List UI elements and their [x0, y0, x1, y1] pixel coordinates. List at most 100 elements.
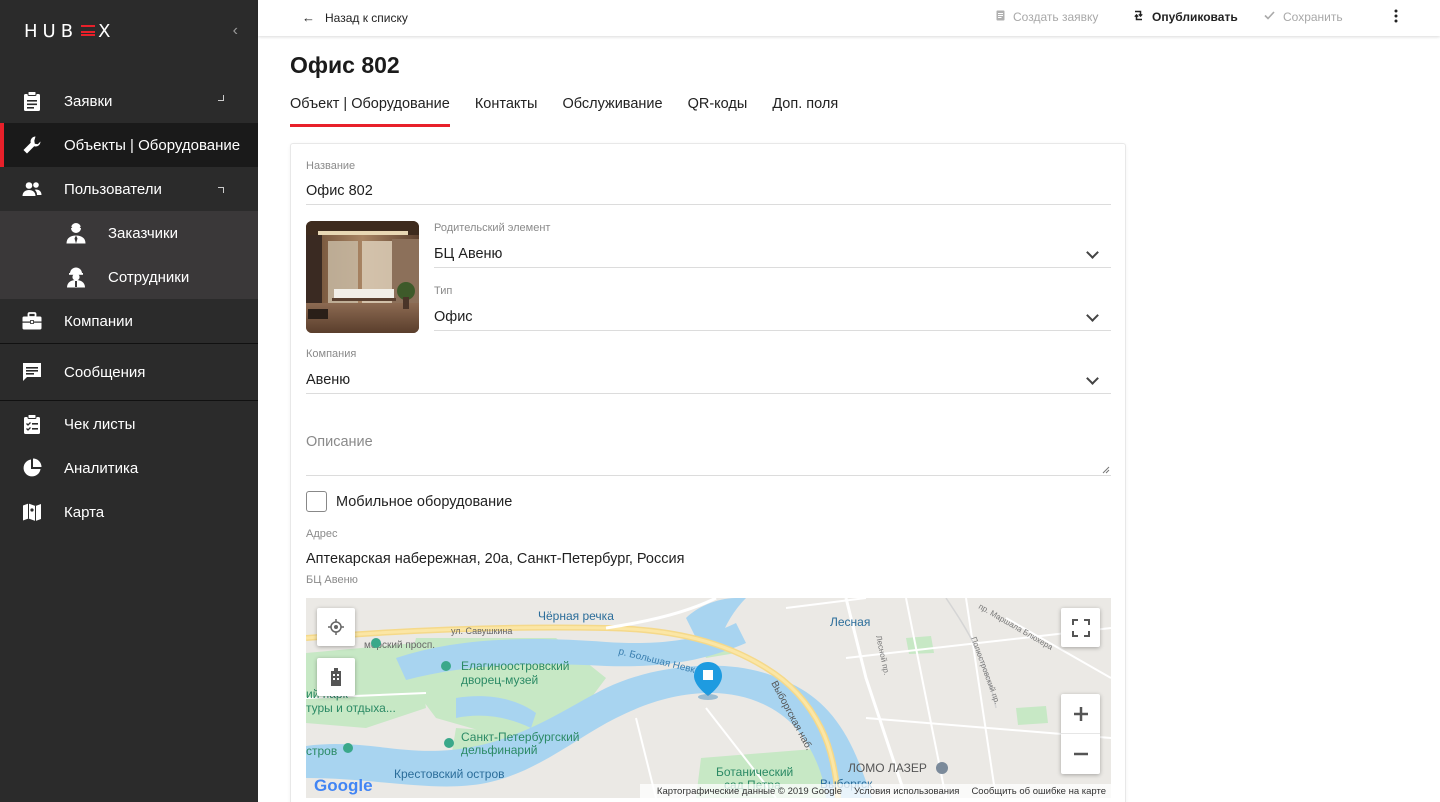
company-label: Компания: [306, 348, 357, 360]
publish-button[interactable]: Опубликовать: [1133, 10, 1238, 24]
back-label: Назад к списку: [325, 10, 408, 25]
check-icon: [1264, 11, 1275, 23]
fullscreen-icon: [1071, 618, 1090, 637]
pie-chart-icon: [22, 458, 42, 478]
sidebar-item-label: Чек листы: [64, 415, 136, 433]
address-label: Адрес: [306, 528, 338, 540]
mobile-equipment-label: Мобильное оборудование: [336, 494, 513, 510]
type-underline: [434, 330, 1111, 331]
chevron-down-icon[interactable]: [1086, 372, 1099, 385]
chevron-down-icon[interactable]: [1086, 309, 1099, 322]
users-submenu: Заказчики Сотрудники: [0, 211, 258, 299]
map-label-elagin-museum: дворец-музей: [461, 673, 538, 687]
resize-handle-icon[interactable]: [1102, 466, 1110, 474]
sidebar-item-employees[interactable]: Сотрудники: [0, 255, 258, 299]
sidebar-item-messages[interactable]: Сообщения: [0, 344, 258, 400]
zoom-in-button[interactable]: [1061, 694, 1100, 734]
document-icon: [996, 10, 1005, 24]
arrow-left-icon: ←: [302, 10, 315, 25]
sidebar-item-requests[interactable]: Заявки: [0, 79, 258, 123]
sidebar-item-checklists[interactable]: Чек листы: [0, 402, 258, 446]
create-request-button[interactable]: Создать заявку: [996, 10, 1098, 24]
map-canvas: Чёрная речка Лесная Елагиноостровский дв…: [306, 598, 1111, 798]
sidebar-item-label: Заявки: [64, 92, 113, 110]
parent-select[interactable]: БЦ Авеню: [434, 246, 502, 262]
tab-object-equipment[interactable]: Объект | Оборудование: [290, 96, 450, 127]
logo-row: HUB X ‹: [0, 0, 258, 62]
map-icon: [22, 502, 42, 522]
name-underline: [306, 204, 1111, 205]
save-label: Сохранить: [1283, 10, 1343, 24]
sidebar: HUB X ‹ Заявки Объекты | Оборудование Пол…: [0, 0, 258, 802]
map-data-credit: Картографические данные © 2019 Google: [656, 785, 842, 797]
fullscreen-button[interactable]: [1061, 608, 1100, 647]
type-select[interactable]: Офис: [434, 309, 473, 325]
create-request-label: Создать заявку: [1013, 10, 1099, 24]
checklist-icon: [22, 414, 42, 434]
map-report-link[interactable]: Сообщить об ошибке на карте: [971, 786, 1106, 797]
mobile-equipment-checkbox[interactable]: [306, 491, 327, 512]
object-photo[interactable]: [306, 221, 419, 333]
object-form-card: Название Офис 802 Родительский элемент Б…: [290, 143, 1126, 802]
description-textarea[interactable]: Описание: [306, 434, 373, 450]
logo[interactable]: HUB X: [24, 21, 115, 42]
map-attribution: Картографические данные © 2019 Google Ус…: [639, 784, 1111, 798]
company-underline: [306, 393, 1111, 394]
name-input[interactable]: Офис 802: [306, 183, 373, 199]
tab-contacts[interactable]: Контакты: [475, 96, 538, 127]
google-logo: Google: [314, 776, 373, 795]
address-input[interactable]: Аптекарская набережная, 20а, Санкт-Петер…: [306, 551, 684, 567]
tab-extra-fields[interactable]: Доп. поля: [772, 96, 838, 127]
map-view[interactable]: Чёрная речка Лесная Елагиноостровский дв…: [306, 598, 1111, 798]
building-layer-button[interactable]: [317, 658, 355, 696]
customer-icon: [66, 222, 86, 244]
sidebar-item-map[interactable]: Карта: [0, 490, 258, 534]
sidebar-item-label: Компании: [64, 312, 133, 330]
worker-icon: [66, 266, 86, 288]
crosshair-icon: [328, 619, 344, 635]
sidebar-subitem-label: Заказчики: [108, 224, 178, 242]
publish-label: Опубликовать: [1152, 10, 1238, 24]
sidebar-item-label: Объекты | Оборудование: [64, 136, 241, 154]
map-label-dolphinarium-2: дельфинарий: [461, 743, 538, 757]
tab-bar: Объект | Оборудование Контакты Обслужива…: [290, 96, 863, 127]
name-label: Название: [306, 160, 356, 172]
map-label-krestovsky: Крестовский остров: [394, 767, 505, 781]
map-label-dolphinarium: Санкт-Петербургский: [461, 730, 580, 744]
sidebar-nav: Заявки Объекты | Оборудование Пользовате…: [0, 79, 258, 534]
company-select[interactable]: Авеню: [306, 372, 350, 388]
save-button[interactable]: Сохранить: [1264, 10, 1343, 24]
sidebar-item-objects[interactable]: Объекты | Оборудование: [0, 123, 258, 167]
refresh-icon: [1133, 10, 1144, 24]
zoom-control: [1061, 694, 1100, 774]
sidebar-item-analytics[interactable]: Аналитика: [0, 446, 258, 490]
sidebar-item-customers[interactable]: Заказчики: [0, 211, 258, 255]
sidebar-item-users[interactable]: Пользователи: [0, 167, 258, 211]
sidebar-item-label: Карта: [64, 503, 105, 521]
my-location-button[interactable]: [317, 608, 355, 646]
collapse-icon: [218, 187, 224, 193]
sidebar-item-label: Аналитика: [64, 459, 139, 477]
briefcase-icon: [22, 311, 42, 331]
sidebar-item-companies[interactable]: Компании: [0, 299, 258, 343]
tab-service[interactable]: Обслуживание: [562, 96, 662, 127]
map-label-chernaya-rechka: Чёрная речка: [538, 609, 614, 623]
map-terms-link[interactable]: Условия использования: [854, 786, 959, 797]
back-to-list-link[interactable]: ← Назад к списку: [302, 10, 408, 25]
more-options-icon[interactable]: [1394, 9, 1398, 23]
map-label-savushkina: ул. Савушкина: [451, 626, 512, 636]
map-label-ostrov: стров: [306, 744, 337, 758]
address-hint: БЦ Авеню: [306, 574, 358, 586]
type-label: Тип: [434, 285, 453, 297]
chevron-left-icon[interactable]: ‹: [233, 22, 238, 40]
sidebar-subitem-label: Сотрудники: [108, 268, 190, 286]
zoom-out-button[interactable]: [1061, 734, 1100, 774]
building-icon: [331, 668, 341, 686]
map-label-park-2: туры и отдыха...: [306, 701, 396, 715]
wrench-icon: [22, 135, 42, 155]
message-icon: [22, 362, 42, 382]
tab-qr-codes[interactable]: QR-коды: [688, 96, 748, 127]
chevron-down-icon[interactable]: [1086, 246, 1099, 259]
minus-icon: [1073, 752, 1088, 756]
sidebar-divider: [0, 400, 258, 401]
